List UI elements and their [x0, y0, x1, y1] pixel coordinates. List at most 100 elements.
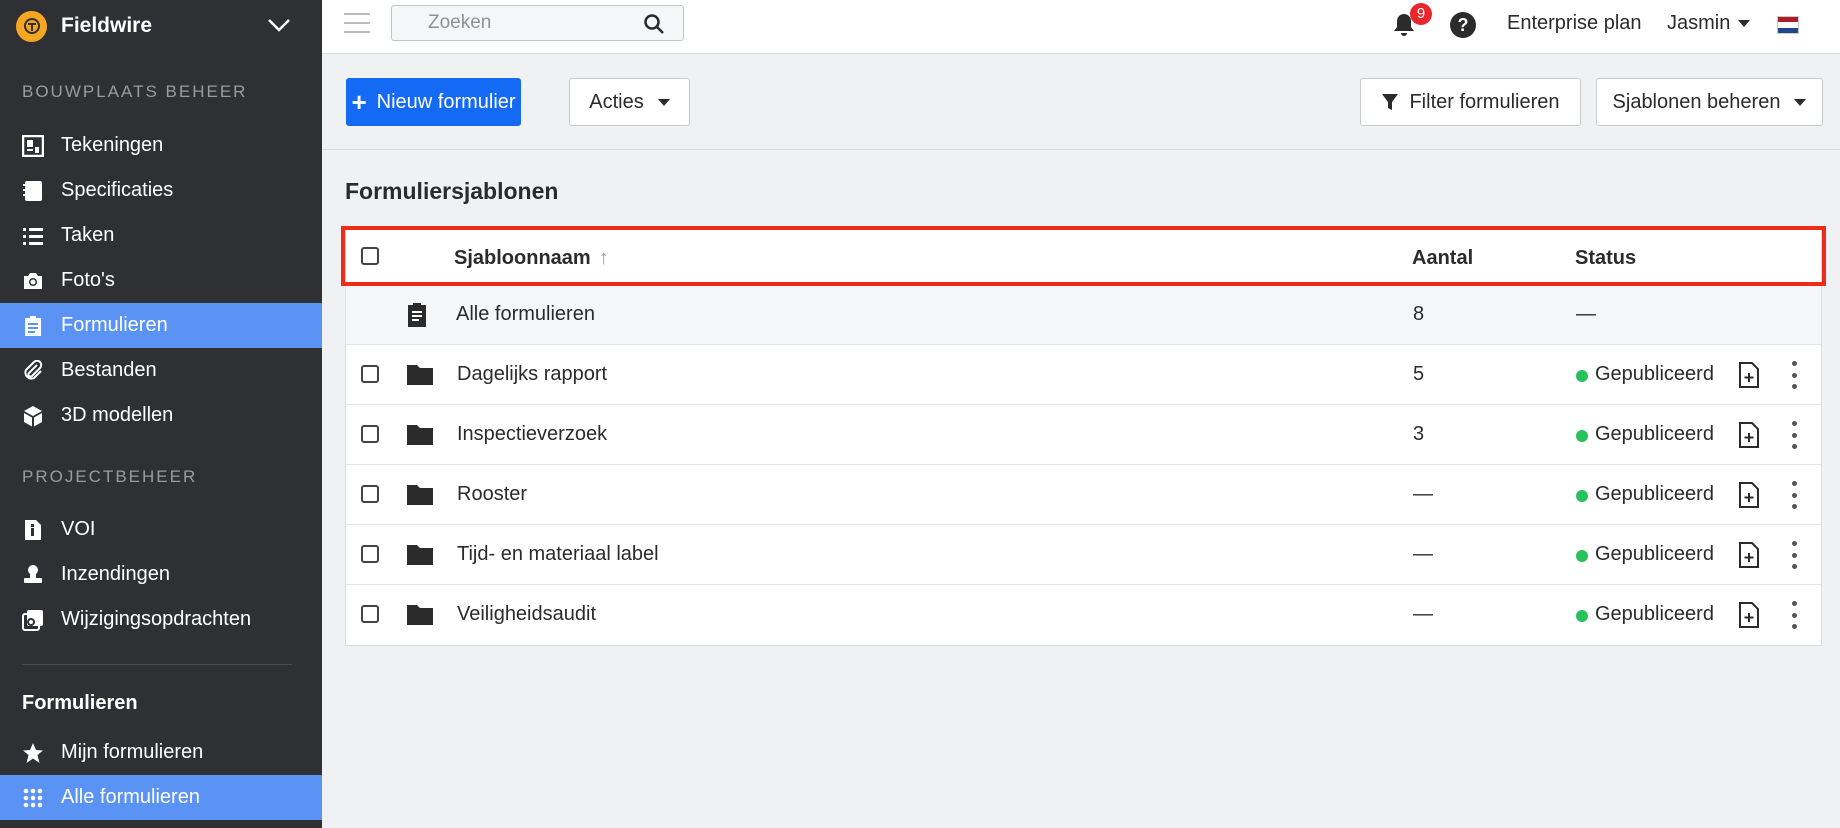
sidebar-item-wijzigingsopdrachten[interactable]: Wijzigingsopdrachten [0, 597, 322, 642]
user-menu[interactable]: Jasmin [1667, 12, 1751, 35]
cube-icon [22, 405, 44, 427]
filter-icon [1382, 94, 1399, 110]
row-name[interactable]: Veiligheidsaudit [457, 603, 596, 626]
drawings-icon [22, 134, 44, 157]
row-name[interactable]: Dagelijks rapport [457, 363, 607, 386]
search-input[interactable] [392, 6, 622, 40]
column-header-name[interactable]: Sjabloonnaam ↑ [454, 247, 609, 270]
section-label-site: BOUWPLAATS BEHEER [22, 82, 248, 101]
info-doc-icon [22, 519, 44, 541]
row-name: Alle formulieren [456, 303, 595, 325]
brand-name: Fieldwire [61, 14, 153, 37]
row-name[interactable]: Inspectieverzoek [457, 423, 607, 446]
row-checkbox[interactable] [361, 605, 379, 623]
sidebar-item-label: Tekeningen [61, 134, 164, 156]
row-checkbox[interactable] [361, 545, 379, 563]
row-count: 8 [1413, 303, 1425, 325]
table-row[interactable]: Inspectieverzoek 3 Gepubliceerd [346, 405, 1821, 465]
table-header: Sjabloonnaam ↑ Aantal Status [346, 227, 1821, 285]
status-dot-icon [1576, 550, 1588, 562]
sidebar-item-inzendingen[interactable]: Inzendingen [0, 552, 322, 597]
column-header-count[interactable]: Aantal [1412, 247, 1473, 270]
templates-table: Sjabloonnaam ↑ Aantal Status Alle formuli… [345, 226, 1822, 646]
table-row[interactable]: Rooster — Gepubliceerd [346, 465, 1821, 525]
actions-dropdown-button[interactable]: Acties [569, 78, 690, 126]
filter-forms-label: Filter formulieren [1409, 90, 1560, 113]
brand-header[interactable]: Fieldwire [0, 0, 322, 52]
more-options-icon[interactable] [1790, 601, 1798, 629]
new-form-document-icon[interactable] [1739, 482, 1759, 508]
folder-icon [407, 485, 433, 505]
folder-icon [407, 605, 433, 625]
status-dot-icon [1576, 370, 1588, 382]
notification-badge: 9 [1410, 3, 1432, 25]
sidebar-item-formulieren[interactable]: Formulieren [0, 303, 322, 348]
row-checkbox[interactable] [361, 425, 379, 443]
flag-nl-icon[interactable] [1777, 16, 1799, 34]
sidebar-item-label: Wijzigingsopdrachten [61, 608, 252, 630]
sidebar-item-mijn-formulieren[interactable]: Mijn formulieren [0, 730, 322, 775]
sidebar-item-voi[interactable]: VOI [0, 507, 322, 552]
sidebar-item-label: Inzendingen [61, 563, 170, 585]
sidebar-item-specificaties[interactable]: Specificaties [0, 168, 322, 213]
new-form-button[interactable]: + Nieuw formulier [346, 78, 521, 126]
actions-label: Acties [589, 90, 644, 113]
table-row-all-forms[interactable]: Alle formulieren 8 — [346, 285, 1821, 345]
search-icon[interactable] [643, 13, 665, 35]
new-form-document-icon[interactable] [1739, 602, 1759, 628]
user-name: Jasmin [1667, 12, 1731, 34]
caret-down-icon [1738, 20, 1751, 28]
table-row[interactable]: Veiligheidsaudit — Gepubliceerd [346, 585, 1821, 645]
row-count: 3 [1413, 423, 1425, 445]
menu-icon[interactable] [344, 13, 370, 35]
new-form-document-icon[interactable] [1739, 542, 1759, 568]
sidebar-item-alle-formulieren[interactable]: Alle formulieren [0, 775, 322, 820]
sidebar-item-label: Bestanden [61, 359, 157, 381]
caret-down-icon [1794, 98, 1807, 106]
select-all-checkbox[interactable] [361, 247, 379, 265]
sidebar-item-tekeningen[interactable]: Tekeningen [0, 123, 322, 168]
row-name[interactable]: Rooster [457, 483, 527, 506]
plan-link[interactable]: Enterprise plan [1507, 12, 1642, 35]
sidebar-item-3d-modellen[interactable]: 3D modellen [0, 393, 322, 438]
help-icon[interactable]: ? [1450, 12, 1476, 38]
more-options-icon[interactable] [1790, 541, 1798, 569]
manage-templates-button[interactable]: Sjablonen beheren [1596, 78, 1823, 126]
column-name-label: Sjabloonnaam [454, 247, 591, 269]
fieldwire-logo-icon [16, 10, 47, 42]
sidebar-item-label: Taken [61, 224, 115, 246]
sidebar-item-bestanden[interactable]: Bestanden [0, 348, 322, 393]
sidebar: Fieldwire BOUWPLAATS BEHEER Tekeningen S… [0, 0, 322, 828]
folder-icon [407, 425, 433, 445]
sidebar-item-fotos[interactable]: Foto's [0, 258, 322, 303]
more-options-icon[interactable] [1790, 421, 1798, 449]
table-row[interactable]: Tijd- en materiaal label — Gepubliceerd [346, 525, 1821, 585]
row-checkbox[interactable] [361, 485, 379, 503]
sort-ascending-icon: ↑ [598, 247, 609, 269]
status-dot-icon [1576, 490, 1588, 502]
more-options-icon[interactable] [1790, 481, 1798, 509]
column-header-status[interactable]: Status [1575, 247, 1636, 270]
more-options-icon[interactable] [1790, 361, 1798, 389]
sidebar-item-taken[interactable]: Taken [0, 213, 322, 258]
paperclip-icon [22, 359, 44, 382]
manage-templates-label: Sjablonen beheren [1612, 90, 1781, 113]
sidebar-item-label: Foto's [61, 269, 115, 291]
sidebar-item-label: VOI [61, 518, 96, 540]
new-form-document-icon[interactable] [1739, 422, 1759, 448]
sidebar-item-label: Alle formulieren [61, 786, 200, 808]
row-status: Gepubliceerd [1595, 543, 1714, 565]
row-name[interactable]: Tijd- en materiaal label [457, 543, 659, 566]
chevron-down-icon[interactable] [266, 14, 292, 36]
filter-forms-button[interactable]: Filter formulieren [1360, 78, 1581, 126]
row-checkbox[interactable] [361, 365, 379, 383]
new-form-document-icon[interactable] [1739, 362, 1759, 388]
clipboard-icon [22, 315, 44, 337]
specs-icon [22, 180, 44, 202]
star-icon [22, 742, 44, 764]
row-status: Gepubliceerd [1595, 603, 1714, 625]
camera-icon [22, 270, 44, 292]
change-order-icon [22, 609, 44, 631]
table-row[interactable]: Dagelijks rapport 5 Gepubliceerd [346, 345, 1821, 405]
row-status: — [1576, 303, 1596, 325]
